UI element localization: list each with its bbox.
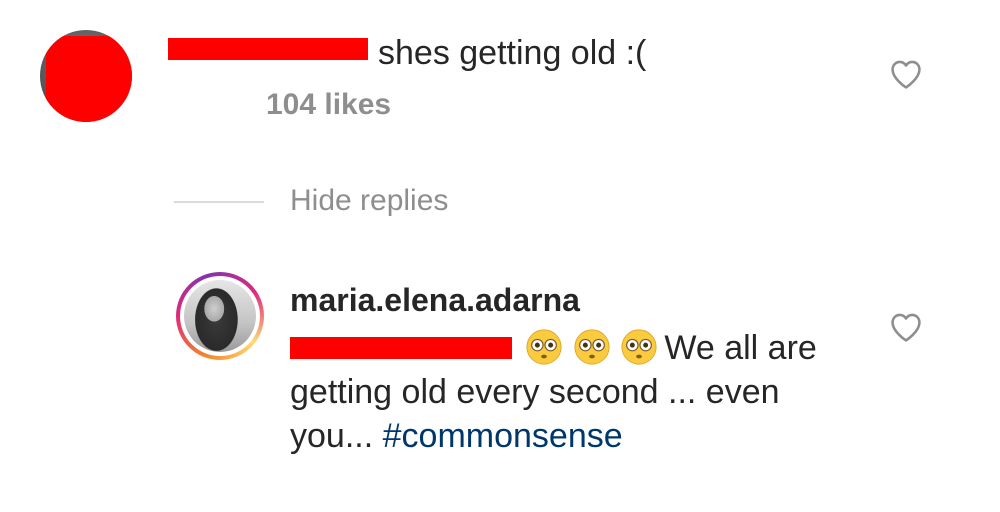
- heart-icon: [891, 60, 921, 89]
- profile-photo: [184, 280, 256, 352]
- commenter-name-redaction: [168, 38, 368, 60]
- comment-text: shes getting old :(: [378, 33, 647, 72]
- replies-divider-line: [174, 201, 264, 203]
- comment-thread: shes getting old :( 104 likes Hide repli…: [0, 0, 1000, 512]
- mention-redaction[interactable]: [290, 337, 512, 360]
- avatar-redaction: [46, 36, 132, 122]
- comment-line: shes getting old :(: [168, 30, 646, 76]
- heart-icon: [891, 313, 921, 342]
- reply-author-avatar[interactable]: [176, 272, 264, 360]
- reply-like-button[interactable]: [889, 311, 923, 343]
- reply-username[interactable]: maria.elena.adarna: [290, 282, 580, 319]
- flushed-face-emoji-icon: [526, 329, 563, 365]
- flushed-face-emoji-icon: [621, 329, 657, 365]
- comment-like-button[interactable]: [889, 58, 923, 90]
- reply-text: We all are getting old every second ... …: [290, 326, 870, 458]
- story-ring-gap: [180, 276, 260, 356]
- hide-replies-button[interactable]: Hide replies: [290, 184, 448, 218]
- commenter-avatar[interactable]: [40, 30, 132, 122]
- hashtag-link[interactable]: #commonsense: [383, 417, 623, 455]
- emoji-group: [525, 326, 658, 370]
- comment-likes-count[interactable]: 104 likes: [266, 88, 391, 122]
- flushed-face-emoji-icon: [574, 329, 610, 365]
